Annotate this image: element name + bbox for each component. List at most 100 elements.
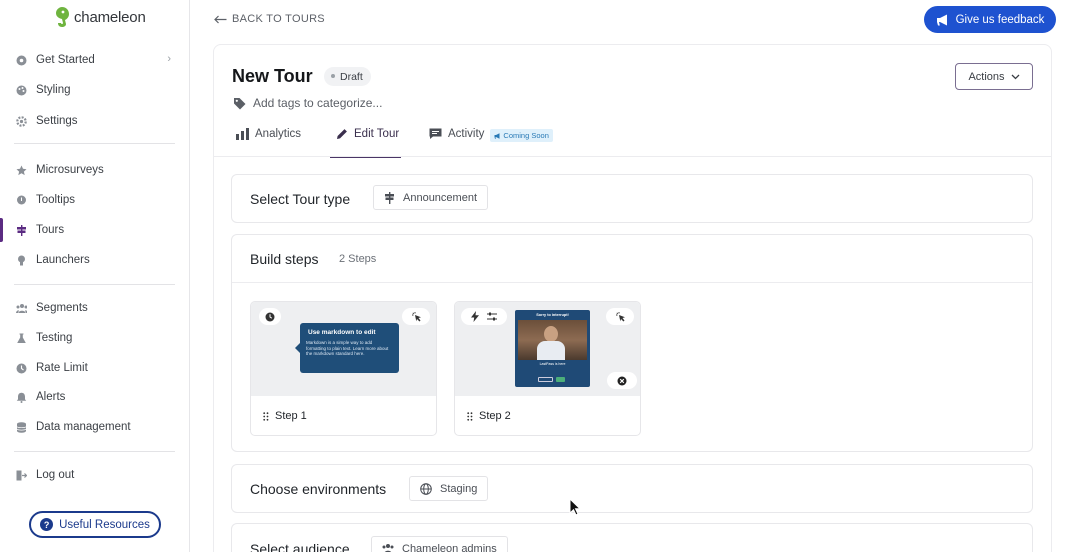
tab-label: Edit Tour (354, 128, 400, 140)
clock-icon[interactable] (259, 308, 281, 325)
tooltip-icon (16, 195, 27, 206)
person-image (537, 341, 565, 360)
bar-chart-icon (236, 128, 249, 140)
gear-icon (16, 115, 27, 127)
circle-dot-icon (16, 55, 27, 66)
logout-icon (16, 470, 27, 481)
tag-icon (234, 97, 246, 109)
pencil-icon (337, 129, 347, 139)
clock-icon (16, 363, 27, 374)
drag-handle-icon[interactable] (467, 411, 473, 421)
person-image (544, 326, 558, 342)
build-steps-panel: Build steps 2 Steps Use markdown to edit… (231, 234, 1033, 452)
signpost-icon (385, 191, 394, 204)
tab-activity[interactable]: Activity Coming Soon (429, 128, 553, 157)
sidebar-item-label: Tours (36, 224, 65, 236)
panel-divider (232, 282, 1032, 283)
step-label: Step 2 (467, 410, 511, 422)
lightning-icon (471, 311, 479, 322)
sliders-icon (487, 312, 497, 321)
environment-select[interactable]: Staging (409, 476, 489, 501)
tags-placeholder: Add tags to categorize... (253, 96, 383, 110)
sidebar-item-label: Alerts (36, 391, 66, 403)
coming-soon-badge: Coming Soon (490, 129, 553, 142)
step-name: Step 1 (275, 410, 307, 422)
signpost-icon (16, 224, 27, 236)
close-icon[interactable] (607, 372, 637, 389)
sidebar-item-data-management[interactable]: Data management (0, 415, 189, 439)
preview-title: Sorry to interrupt! (536, 313, 569, 317)
preview-body: Markdown is a simple way to add formatti… (306, 340, 389, 357)
environments-heading: Choose environments (250, 481, 387, 497)
tab-analytics[interactable]: Analytics (236, 128, 301, 157)
flask-icon (16, 333, 27, 344)
arrow-left-icon (214, 15, 227, 23)
useful-resources-label: Useful Resources (59, 518, 150, 531)
tooltip-preview: Use markdown to edit Markdown is a simpl… (295, 323, 399, 373)
sidebar-divider (14, 143, 175, 144)
click-target-icon[interactable] (606, 308, 634, 325)
bulb-icon (16, 255, 27, 266)
sidebar-item-segments[interactable]: Segments (0, 296, 189, 320)
preview-title: Use markdown to edit (308, 329, 376, 336)
tour-type-select[interactable]: Announcement (373, 185, 488, 210)
sidebar-item-launchers[interactable]: Launchers (0, 248, 189, 272)
sidebar-item-testing[interactable]: Testing (0, 326, 189, 350)
useful-resources-button[interactable]: ? Useful Resources (29, 511, 161, 538)
back-to-tours-link[interactable]: BACK TO TOURS (214, 13, 325, 25)
audience-value: Chameleon admins (402, 542, 497, 552)
sidebar-item-microsurveys[interactable]: Microsurveys (0, 158, 189, 182)
sidebar-item-rate-limit[interactable]: Rate Limit (0, 356, 189, 380)
steps-count: 2 Steps (339, 253, 377, 265)
drag-handle-icon[interactable] (263, 411, 269, 421)
globe-icon (420, 482, 432, 495)
chat-icon (429, 128, 442, 139)
click-target-icon[interactable] (402, 308, 430, 325)
status-badge: Draft (324, 67, 371, 86)
modal-preview: Sorry to interrupt! LastPass is here (515, 310, 590, 387)
mouse-cursor-icon (569, 498, 581, 516)
tour-type-panel: Select Tour type Announcement (231, 174, 1033, 223)
sidebar: chameleon Get Started › Styling Settings… (0, 0, 190, 552)
environment-value: Staging (440, 482, 478, 495)
audience-heading: Select audience (250, 541, 350, 552)
step-preview: Use markdown to edit Markdown is a simpl… (251, 302, 436, 396)
sidebar-item-alerts[interactable]: Alerts (0, 385, 189, 409)
palette-icon (16, 85, 27, 96)
chameleon-logo-icon (56, 7, 69, 27)
tab-edit-tour[interactable]: Edit Tour (329, 128, 402, 158)
preview-buttons (538, 377, 565, 382)
sidebar-item-log-out[interactable]: Log out (0, 463, 189, 487)
sidebar-item-label: Data management (36, 421, 131, 433)
chevron-right-icon: › (167, 53, 171, 65)
actions-label: Actions (968, 70, 1005, 83)
sidebar-item-label: Get Started (36, 54, 95, 66)
audience-select[interactable]: Chameleon admins (371, 536, 508, 552)
sidebar-divider (14, 451, 175, 452)
trigger-pill[interactable] (461, 308, 507, 325)
step-card[interactable]: Sorry to interrupt! LastPass is here Ste… (454, 301, 641, 436)
database-icon (16, 421, 27, 433)
feedback-label: Give us feedback (955, 13, 1045, 26)
tabs-divider (214, 156, 1051, 157)
star-icon (16, 165, 27, 176)
environments-panel: Choose environments Staging (231, 464, 1033, 513)
actions-dropdown[interactable]: Actions (955, 63, 1033, 90)
add-tags-input[interactable]: Add tags to categorize... (233, 96, 382, 110)
step-label: Step 1 (263, 410, 307, 422)
sidebar-item-label: Tooltips (36, 194, 75, 206)
step-name: Step 2 (479, 410, 511, 422)
megaphone-icon (936, 14, 947, 25)
sidebar-item-get-started[interactable]: Get Started › (0, 48, 189, 72)
sidebar-item-tours[interactable]: Tours (0, 218, 189, 242)
sidebar-item-label: Log out (36, 469, 75, 481)
chameleon-logo[interactable]: chameleon (54, 6, 146, 28)
help-icon: ? (40, 518, 54, 531)
give-feedback-button[interactable]: Give us feedback (924, 6, 1056, 33)
sidebar-item-styling[interactable]: Styling (0, 78, 189, 102)
chevron-down-icon (1011, 74, 1019, 79)
sidebar-item-settings[interactable]: Settings (0, 109, 189, 133)
step-card[interactable]: Use markdown to edit Markdown is a simpl… (250, 301, 437, 436)
sidebar-item-tooltips[interactable]: Tooltips (0, 188, 189, 212)
sidebar-item-label: Microsurveys (36, 164, 104, 176)
